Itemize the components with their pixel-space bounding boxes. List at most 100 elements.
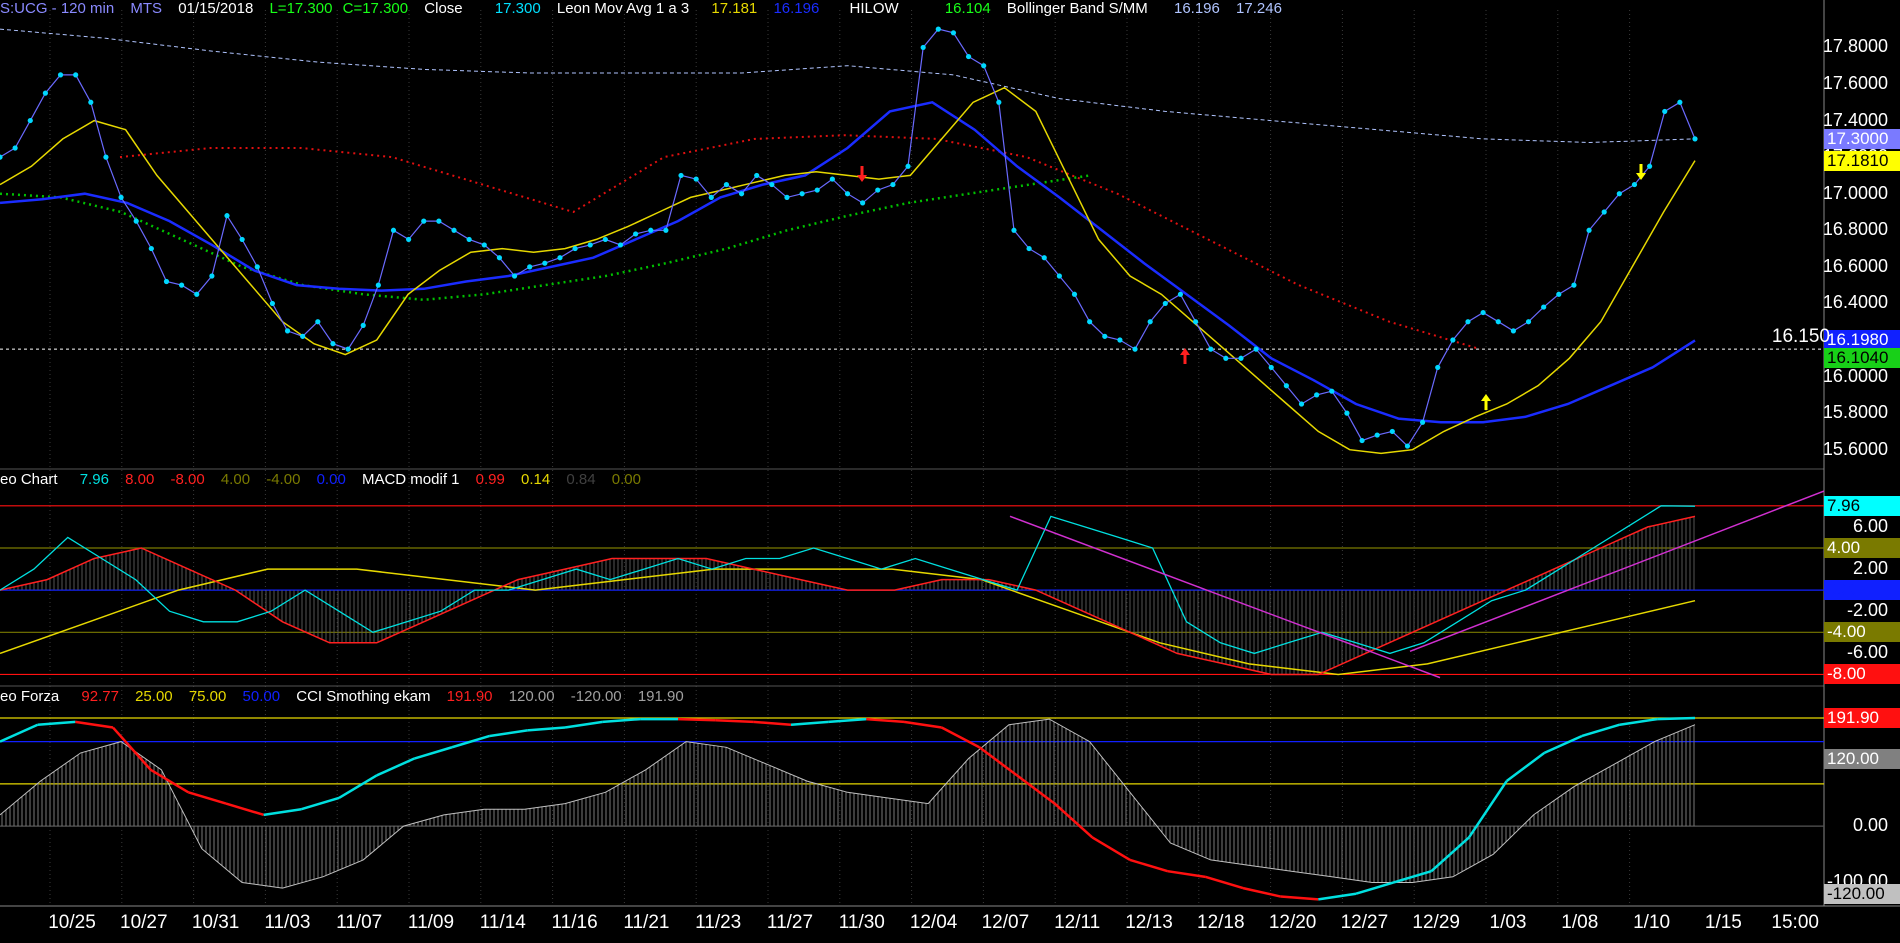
close-point (88, 99, 94, 105)
macd-panel-header: eo Chart 7.96 8.00 -8.00 4.00 -4.00 0.00… (0, 471, 653, 489)
close-point (1238, 355, 1244, 361)
close-point (860, 200, 866, 206)
leo-chart-label: eo Chart (0, 471, 58, 488)
close-point (1510, 328, 1516, 334)
cci-segment (1467, 780, 1508, 839)
value-badge: -4.00 (1824, 622, 1900, 643)
axis-tick-label: 17.0000 (1822, 182, 1888, 203)
mov-avg-value-2: 16.196 (773, 0, 820, 17)
close-point (1344, 410, 1350, 416)
close-point (12, 145, 18, 151)
time-tick-label: 15:00 (1771, 912, 1819, 933)
time-tick-label: 12/13 (1125, 912, 1173, 933)
value-badge: 120.00 (1824, 748, 1900, 769)
cci-segment (1543, 734, 1583, 755)
signal-arrow (1481, 394, 1491, 410)
close-point (527, 264, 533, 270)
close-point (1435, 364, 1441, 371)
mov-avg-value-1: 17.181 (711, 0, 758, 17)
close-point (633, 231, 639, 237)
close-point (1268, 364, 1274, 371)
close-point (284, 328, 291, 334)
leo-value-3: -8.00 (170, 471, 205, 488)
close-point (1677, 99, 1683, 105)
cci-segment (1657, 716, 1696, 721)
time-tick-label: 12/04 (909, 912, 958, 933)
close-series-value: 17.300 (494, 0, 541, 17)
close-point (678, 172, 684, 179)
close-point (738, 191, 745, 197)
close-point (663, 227, 669, 233)
close-point (996, 99, 1002, 105)
symbol-label: S:UCG - 120 min (0, 0, 115, 17)
close-point (194, 291, 200, 297)
close-point (1541, 304, 1547, 310)
cci-segment (1016, 774, 1056, 805)
close-point (103, 154, 109, 160)
cci-segment (489, 729, 528, 738)
cci-segment (1091, 836, 1131, 862)
close-point (1631, 181, 1638, 188)
price-panel-header: S:UCG - 120 min MTS 01/15/2018 L=17.300 … (0, 0, 1294, 18)
close-point (769, 181, 775, 188)
close-point (1450, 337, 1456, 343)
cci-segment (790, 720, 829, 726)
time-tick-label: 12/27 (1340, 912, 1389, 933)
time-tick-label: 11/23 (695, 912, 742, 933)
axis-tick-label: 17.6000 (1822, 73, 1888, 93)
close-point (829, 176, 835, 182)
close-point (1586, 227, 1592, 233)
leo-value-2: 8.00 (125, 471, 155, 488)
hilow-label: HILOW (849, 0, 899, 17)
close-point (1056, 273, 1062, 279)
cci-segment (753, 720, 792, 726)
close-point (1314, 392, 1320, 398)
time-tick-label: 12/29 (1412, 912, 1460, 933)
close-point (1283, 383, 1289, 389)
time-tick-label: 1/03 (1489, 912, 1527, 933)
close-point (254, 264, 260, 270)
close-point (617, 242, 624, 248)
time-tick-label: 12/07 (981, 912, 1030, 933)
axis-tick-label: 2.00 (1852, 558, 1888, 579)
date-label: 01/15/2018 (178, 0, 254, 17)
axis-tick-label: 16.0000 (1822, 365, 1888, 386)
close-point (1298, 401, 1305, 407)
macd-label: MACD modif 1 (361, 471, 460, 488)
close-point (708, 194, 714, 200)
axis-tick-label: -2.00 (1846, 600, 1888, 621)
cci-segment (112, 726, 152, 771)
close-point (1177, 291, 1184, 297)
axis-tick-label: 16.4000 (1822, 292, 1888, 313)
close-point (1374, 432, 1380, 438)
cci-segment (1619, 717, 1658, 726)
close-point (57, 72, 64, 78)
close-point (345, 346, 351, 352)
cci-segment (866, 717, 905, 724)
bollinger-band-line (0, 28, 1696, 144)
crosshair-price-label: 16.150 (1771, 326, 1830, 347)
close-point (1419, 419, 1426, 425)
cci-segment (903, 720, 942, 729)
time-tick-label: 1/15 (1704, 912, 1742, 933)
hilow-value: 16.104 (944, 0, 991, 17)
close-point (481, 242, 487, 248)
leo-value-1: 7.96 (79, 471, 109, 488)
close-point (693, 176, 699, 182)
close-point (42, 90, 49, 96)
close-point (390, 227, 397, 233)
bb-value-1: 16.196 (1173, 0, 1220, 17)
close-point (27, 117, 33, 124)
close-series-label: Close (424, 0, 463, 17)
close-point (1571, 282, 1577, 288)
close-point (209, 273, 215, 279)
time-tick-label: 11/27 (766, 912, 814, 933)
cci-label: CCI Smothing ekam (296, 688, 431, 705)
close-point (920, 44, 926, 51)
leo-value-5: -4.00 (266, 471, 301, 488)
close-point (1041, 255, 1047, 261)
macd-value-2: 0.14 (521, 471, 551, 488)
close-point (542, 260, 548, 266)
close-point (1071, 291, 1078, 297)
arrow-head (1636, 173, 1646, 180)
